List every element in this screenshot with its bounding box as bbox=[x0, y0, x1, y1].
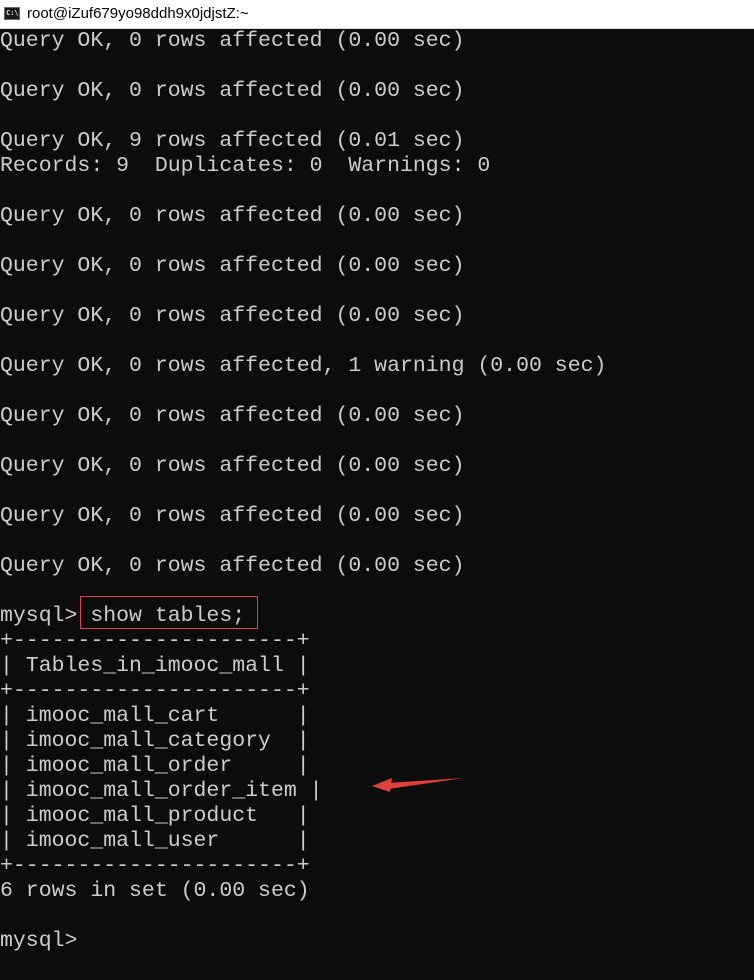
table-row: | imooc_mall_user | bbox=[0, 829, 310, 853]
terminal-icon: C:\ bbox=[4, 7, 20, 20]
terminal-line: Query OK, 0 rows affected (0.00 sec) bbox=[0, 204, 465, 228]
terminal-line: Query OK, 0 rows affected (0.00 sec) bbox=[0, 404, 465, 428]
terminal-line: Query OK, 0 rows affected (0.00 sec) bbox=[0, 454, 465, 478]
command-highlight-box bbox=[80, 596, 258, 629]
table-row: | imooc_mall_order_item | bbox=[0, 779, 323, 803]
terminal-line: Records: 9 Duplicates: 0 Warnings: 0 bbox=[0, 154, 491, 178]
table-row: | imooc_mall_category | bbox=[0, 729, 310, 753]
table-border: +----------------------+ bbox=[0, 854, 310, 878]
terminal-line: Query OK, 0 rows affected (0.00 sec) bbox=[0, 504, 465, 528]
terminal-icon-glyph: C:\ bbox=[6, 9, 19, 17]
window-titlebar[interactable]: C:\ root@iZuf679yo98ddh9x0jdjstZ:~ bbox=[0, 0, 754, 29]
terminal-output[interactable]: Query OK, 0 rows affected (0.00 sec) Que… bbox=[0, 29, 754, 980]
table-header: | Tables_in_imooc_mall | bbox=[0, 654, 310, 678]
terminal-line: Query OK, 0 rows affected (0.00 sec) bbox=[0, 29, 465, 53]
terminal-line: Query OK, 9 rows affected (0.01 sec) bbox=[0, 129, 465, 153]
terminal-line: Query OK, 0 rows affected (0.00 sec) bbox=[0, 79, 465, 103]
terminal-prompt-line: mysql> bbox=[0, 929, 78, 953]
terminal-line: Query OK, 0 rows affected (0.00 sec) bbox=[0, 304, 465, 328]
terminal-line: Query OK, 0 rows affected (0.00 sec) bbox=[0, 554, 465, 578]
table-border: +----------------------+ bbox=[0, 629, 310, 653]
table-row: | imooc_mall_order | bbox=[0, 754, 310, 778]
table-row: | imooc_mall_cart | bbox=[0, 704, 310, 728]
arrow-shaft bbox=[388, 778, 464, 789]
arrow-annotation bbox=[372, 778, 464, 792]
window-title: root@iZuf679yo98ddh9x0jdjstZ:~ bbox=[27, 5, 249, 22]
table-border: +----------------------+ bbox=[0, 679, 310, 703]
table-row: | imooc_mall_product | bbox=[0, 804, 310, 828]
terminal-line: Query OK, 0 rows affected, 1 warning (0.… bbox=[0, 354, 607, 378]
terminal-line: Query OK, 0 rows affected (0.00 sec) bbox=[0, 254, 465, 278]
terminal-line: 6 rows in set (0.00 sec) bbox=[0, 879, 310, 903]
